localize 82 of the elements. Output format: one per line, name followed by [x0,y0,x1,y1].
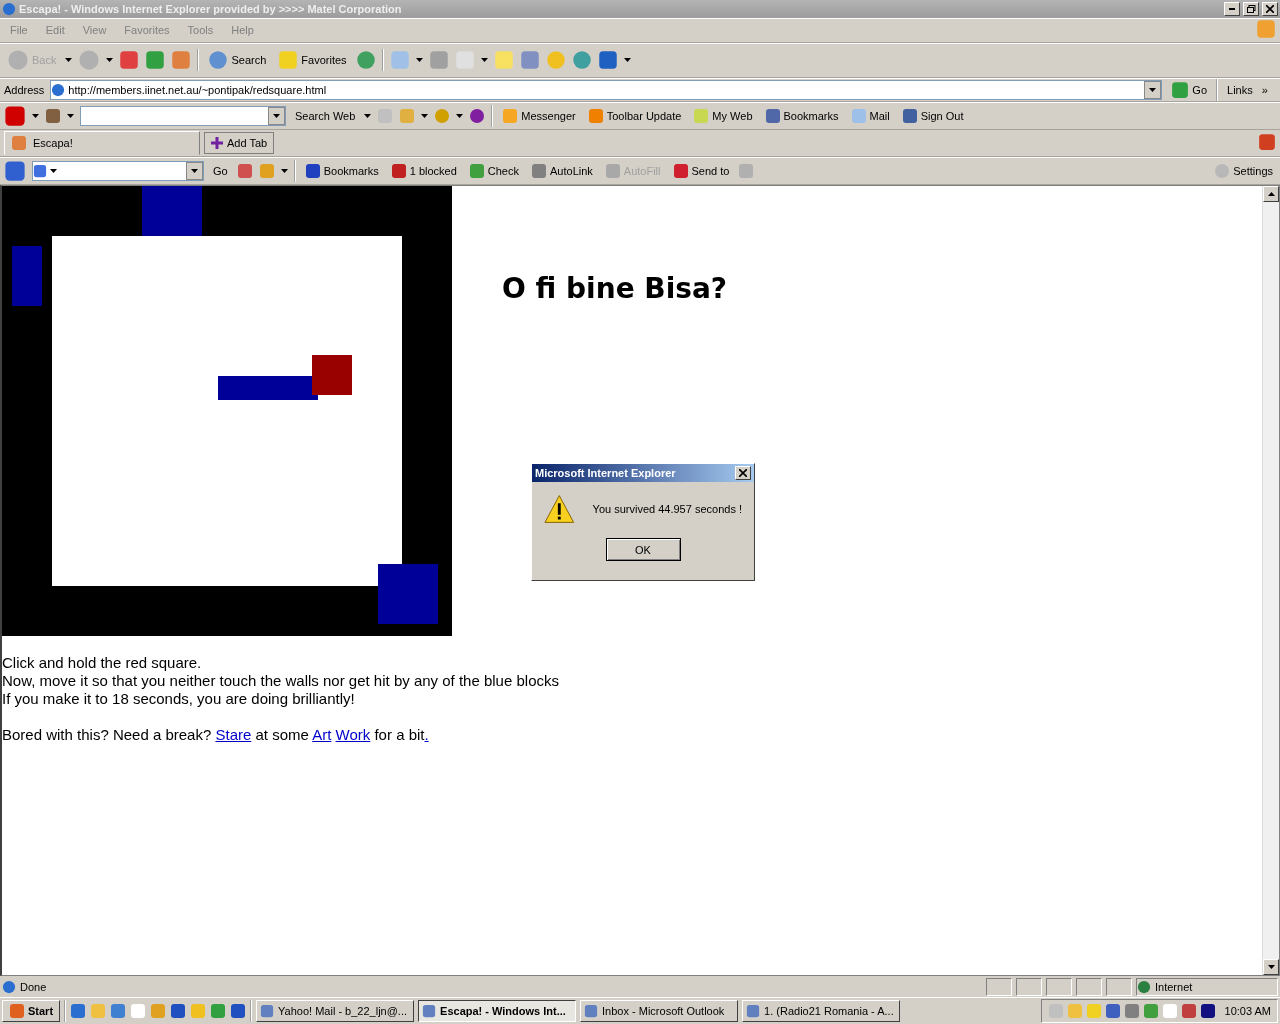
settings-button[interactable]: Settings [1211,158,1276,183]
add-tab-button[interactable]: Add Tab [204,132,275,154]
links-button[interactable]: Links [1224,77,1256,102]
zone-text: Internet [1155,980,1193,993]
page-heading: O fi bine Bisa? [502,272,728,307]
caret-icon [456,113,464,118]
minimize-icon [1229,8,1235,10]
scrollbar[interactable] [1262,186,1279,975]
scroll-down-button[interactable] [1263,959,1279,975]
instruction-text: Now, move it so that you neither touch the walls nor get hit by any of the blue blocks [2,672,559,690]
favorites-button[interactable]: Favorites [275,48,350,72]
dialog-title: Microsoft Internet Explorer [535,467,676,479]
toolbar-button[interactable]: AutoLink [528,158,596,183]
status-pane [1106,977,1132,996]
search-field[interactable] [80,105,286,126]
close-button[interactable] [1262,2,1278,16]
status-pane [1076,977,1102,996]
address-field[interactable]: http://members.iinet.net.au/~pontipak/redsquare.html [50,79,1163,100]
toolbar-button[interactable]: Toolbar Update [584,103,685,128]
toolbar-button[interactable]: Mail [847,103,893,128]
close-button[interactable] [735,466,751,480]
caret-icon [106,58,114,62]
paragraph: Bored with this? Need a break? Stare at some Art Work for a bit. [2,726,429,744]
link[interactable]: Work [335,726,371,743]
toolbar-button[interactable]: Messenger [499,103,579,128]
minimize-button[interactable] [1224,2,1240,16]
toolbar-button[interactable]: Bookmarks [761,103,842,128]
chevron-text[interactable]: » [1261,83,1268,96]
status-pane [986,977,1012,996]
caret-icon [50,168,57,173]
up-arrow-icon [1267,192,1275,196]
caret-icon [280,168,288,173]
search-button[interactable]: Search [205,48,270,72]
google-go-button[interactable]: Go [210,158,231,183]
search-web-button[interactable]: Search Web [292,103,359,128]
caret-icon [67,113,74,118]
toolbar-button[interactable]: 1 blocked [387,158,460,183]
toolbar-button[interactable]: Sign Out [898,103,967,128]
toolbar-button[interactable]: My Web [690,103,756,128]
enemy-block [12,246,42,306]
caret-icon [191,168,198,173]
caret-icon [364,113,372,118]
browser-tab[interactable]: Escapa! [4,131,200,155]
caret-icon [273,113,280,118]
link[interactable]: Art [312,726,332,743]
ok-button[interactable]: OK [605,538,681,561]
link[interactable]: Stare [215,726,252,743]
status-pane [1046,977,1072,996]
taskbar-button[interactable]: Inbox - Microsoft Outlook [580,1000,739,1022]
toolbar-button[interactable]: Check [465,158,522,183]
plus-icon [211,137,223,149]
enemy-block [378,564,438,624]
link[interactable]: . [424,726,429,743]
restore-icon [1246,5,1256,13]
toolbar-button[interactable]: Send to [669,158,733,183]
go-button[interactable]: Go [1168,77,1211,102]
restore-button[interactable] [1243,2,1259,16]
taskbar-button[interactable]: 1. (Radio21 Romania - A... [742,1000,901,1022]
scroll-up-button[interactable] [1263,186,1279,202]
caret-icon [1149,87,1157,92]
enemy-block [142,186,202,236]
taskbar-button[interactable]: Yahoo! Mail - b_22_ljn@... [256,1000,415,1022]
status-text: Done [20,980,48,993]
instruction-text: Click and hold the red square. [2,654,202,672]
caret-icon [421,113,429,118]
down-arrow-icon [1267,965,1275,969]
taskbar-button[interactable]: Escapa! - Windows Int... [418,1000,577,1022]
clock: 10:03 AM [1224,1005,1271,1017]
caret-icon [480,58,488,62]
toolbar-button[interactable]: Bookmarks [301,158,382,183]
dialog-message: You survived 44.957 seconds ! [592,503,742,515]
caret-icon [65,58,73,62]
caret-icon [32,113,39,118]
address-label: Address [4,83,45,96]
status-pane [1016,977,1042,996]
google-search-field[interactable] [32,160,204,181]
caret-icon [623,58,631,62]
instruction-text: If you make it to 18 seconds, you are doing brilliantly! [2,690,355,708]
circle-icon [1214,162,1231,179]
caret-icon [415,58,423,62]
window-title: Escapa! - Windows Internet Explorer provided by >>>> Matel Corporation [19,3,403,15]
start-button[interactable]: Start [2,1000,61,1022]
